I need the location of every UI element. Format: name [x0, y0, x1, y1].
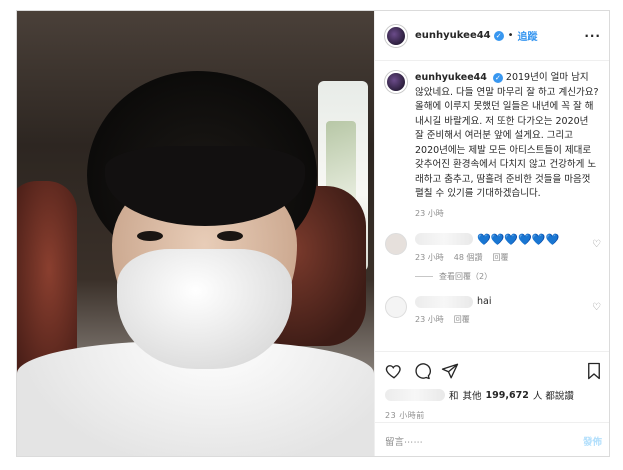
- likes-prefix: 和: [449, 391, 459, 402]
- add-comment-bar: 留言⋯⋯ 發佈: [375, 422, 609, 456]
- more-icon[interactable]: ···: [584, 29, 601, 43]
- likes-summary[interactable]: 和 其他 199,672 人 都說讚: [385, 388, 602, 402]
- replies-dash: [415, 275, 433, 277]
- likes-count[interactable]: 199,672: [486, 390, 529, 401]
- comment-likes[interactable]: 48 個讚: [454, 252, 483, 263]
- post-side-panel: eunhyukee44 ✓ • 追蹤 ··· eunhyukee44 ✓ 201…: [374, 11, 609, 456]
- reply-button[interactable]: 回覆: [454, 314, 470, 325]
- comments-area[interactable]: eunhyukee44 ✓ 2019년이 얼마 남지 않았네요. 다들 연말 마…: [375, 61, 609, 351]
- caption-avatar[interactable]: [385, 71, 407, 93]
- caption-time: 23 小時: [415, 208, 444, 218]
- commenter-name-blurred[interactable]: [415, 233, 473, 245]
- verified-badge-icon: ✓: [493, 30, 504, 41]
- view-replies[interactable]: 查看回覆（2）: [415, 271, 601, 282]
- caption-body: 2019년이 얼마 남지 않았네요. 다들 연말 마무리 잘 하고 계신가요? …: [415, 72, 599, 199]
- comment-like-heart-icon[interactable]: ♡: [592, 302, 601, 313]
- comment-text: hai: [477, 296, 492, 307]
- share-icon[interactable]: [441, 362, 459, 380]
- header-username[interactable]: eunhyukee44: [415, 30, 491, 41]
- comment-text: 💙💙💙💙💙💙: [477, 232, 560, 246]
- view-replies-label[interactable]: 查看回覆（2）: [439, 271, 492, 282]
- likes-suffix: 人 都說讚: [532, 391, 574, 402]
- separator-dot: •: [507, 30, 514, 41]
- left-eye: [137, 231, 163, 241]
- post-comment-button[interactable]: 發佈: [583, 434, 602, 448]
- likes-others-label: 其他: [462, 391, 482, 402]
- caption-text: eunhyukee44 ✓ 2019년이 얼마 남지 않았네요. 다들 연말 마…: [415, 71, 600, 202]
- comment-item: 💙💙💙💙💙💙 23 小時 48 個讚 回覆 查看回覆（2） ♡: [385, 232, 601, 282]
- caption-username[interactable]: eunhyukee44: [415, 72, 487, 83]
- heart-icon[interactable]: [385, 362, 403, 380]
- caption: eunhyukee44 ✓ 2019년이 얼마 남지 않았네요. 다들 연말 마…: [385, 71, 601, 202]
- comment-item: hai 23 小時 回覆 ♡: [385, 295, 601, 325]
- verified-badge-icon: ✓: [492, 73, 503, 83]
- liker-name-blurred[interactable]: [385, 389, 445, 401]
- commenter-avatar[interactable]: [385, 232, 407, 255]
- instagram-post: eunhyukee44 ✓ • 追蹤 ··· eunhyukee44 ✓ 201…: [16, 10, 610, 457]
- reply-button[interactable]: 回覆: [492, 252, 508, 263]
- comment-like-heart-icon[interactable]: ♡: [592, 239, 601, 250]
- comment-time: 23 小時: [415, 252, 444, 262]
- comment-time: 23 小時: [415, 314, 444, 324]
- bookmark-icon[interactable]: [586, 362, 602, 380]
- commenter-name-blurred[interactable]: [415, 295, 473, 308]
- right-eye: [217, 231, 243, 241]
- commenter-avatar[interactable]: [385, 295, 407, 318]
- post-timestamp[interactable]: 23 小時前: [385, 410, 602, 421]
- comment-icon[interactable]: [413, 362, 431, 380]
- comment-input[interactable]: 留言⋯⋯: [385, 434, 423, 448]
- post-header: eunhyukee44 ✓ • 追蹤 ···: [375, 11, 609, 61]
- follow-button[interactable]: 追蹤: [518, 28, 538, 43]
- post-photo[interactable]: [17, 11, 374, 456]
- profile-avatar[interactable]: [385, 24, 407, 47]
- post-actions: 和 其他 199,672 人 都說讚 23 小時前: [375, 351, 609, 421]
